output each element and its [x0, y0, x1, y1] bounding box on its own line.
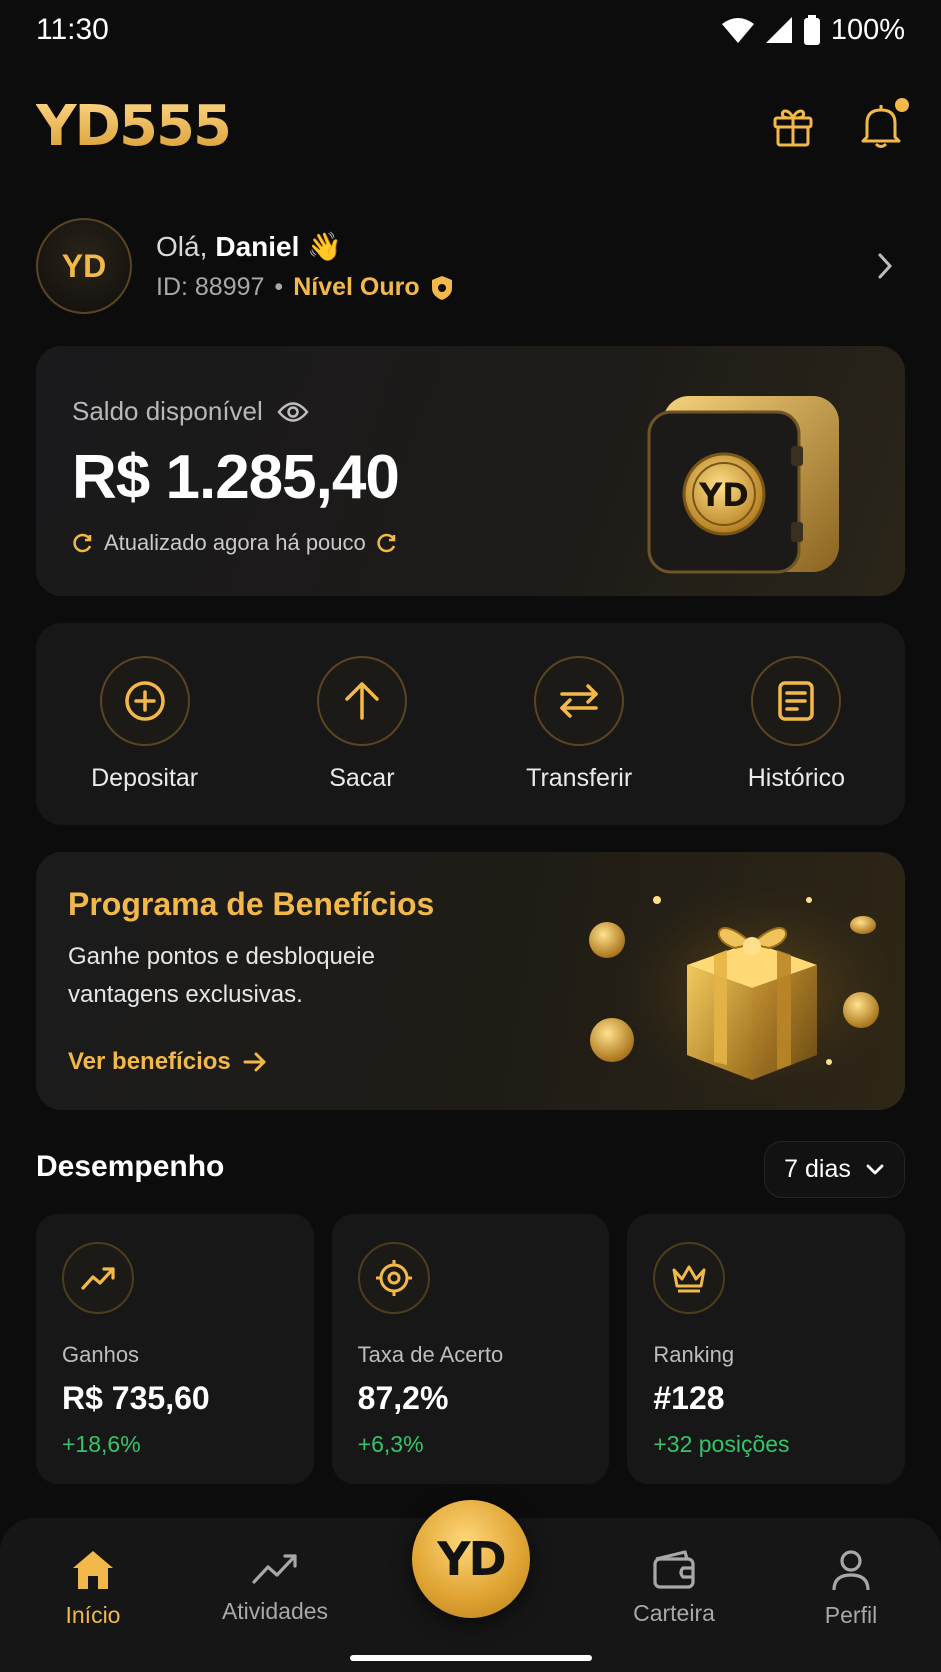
profile-summary[interactable]: YD Olá, Daniel 👋 ID: 88997 • Nível Ouro: [36, 216, 905, 316]
notification-dot: [895, 98, 909, 112]
deposit-button[interactable]: Depositar: [55, 655, 235, 793]
profile-meta: ID: 88997 • Nível Ouro: [156, 273, 865, 302]
stat-value: 87,2%: [357, 1380, 449, 1416]
shield-badge-icon: [431, 275, 452, 300]
balance-label: Saldo disponível: [72, 396, 263, 426]
transfer-icon: [534, 655, 625, 746]
nav-label-profile: Perfil: [824, 1602, 878, 1628]
benefits-title: Programa de Benefícios: [68, 886, 435, 922]
greeting-prefix: Olá,: [156, 230, 208, 262]
chevron-right-icon: [865, 246, 905, 286]
performance-title: Desempenho: [36, 1150, 225, 1183]
stat-delta: +32 posições: [653, 1431, 790, 1457]
receipt-icon: [751, 655, 842, 746]
home-icon: [73, 1551, 113, 1589]
safe-logo-text: YD: [698, 476, 749, 514]
app-logo: YD555: [36, 93, 232, 159]
gift-button[interactable]: [769, 102, 817, 150]
user-name: Daniel: [215, 230, 300, 262]
nav-item-activities[interactable]: Atividades: [205, 1548, 345, 1625]
nav-item-profile[interactable]: Perfil: [781, 1548, 921, 1629]
stat-label: Ganhos: [62, 1342, 140, 1367]
safe-illustration: YD: [641, 382, 861, 582]
balance-label-row: Saldo disponível: [72, 396, 309, 427]
wifi-icon: [721, 18, 754, 43]
view-benefits-link[interactable]: Ver benefícios: [68, 1048, 267, 1076]
period-dropdown[interactable]: 7 dias: [764, 1141, 905, 1198]
center-action-button[interactable]: YD: [412, 1500, 530, 1618]
status-bar: 11:30 100%: [0, 0, 941, 60]
stat-card-earnings[interactable]: Ganhos R$ 735,60 +18,6%: [36, 1214, 314, 1484]
refresh-icon[interactable]: [376, 532, 398, 554]
trending-up-icon: [62, 1242, 134, 1314]
balance-updated-row: Atualizado agora há pouco: [72, 530, 398, 556]
nav-label-activities: Atividades: [221, 1598, 329, 1624]
stat-label: Taxa de Acerto: [357, 1342, 504, 1367]
user-icon: [832, 1550, 870, 1591]
status-time: 11:30: [36, 13, 109, 46]
home-indicator[interactable]: [350, 1655, 592, 1661]
chevron-down-icon: [866, 1164, 884, 1174]
battery-percent: 100%: [830, 13, 905, 46]
history-button[interactable]: Histórico: [706, 655, 886, 793]
balance-card: Saldo disponível R$ 1.285,40 Atualizado …: [36, 346, 905, 596]
view-benefits-label: Ver benefícios: [68, 1048, 231, 1075]
gift-icon: [773, 109, 813, 147]
benefits-description: Ganhe pontos e desbloqueie vantagens exc…: [68, 943, 375, 1008]
nav-item-home[interactable]: Início: [23, 1548, 163, 1629]
refresh-icon: [73, 533, 92, 553]
gift-illustration: [567, 870, 897, 1100]
transfer-button[interactable]: Transferir: [489, 655, 669, 793]
battery-icon: [803, 15, 820, 45]
performance-stats: Ganhos R$ 735,60 +18,6% Taxa de Acerto 8…: [36, 1214, 906, 1484]
app-header: YD555: [36, 88, 909, 164]
meta-separator: •: [274, 273, 284, 301]
cellular-signal-icon: [765, 17, 792, 43]
stat-card-accuracy[interactable]: Taxa de Acerto 87,2% +6,3%: [331, 1214, 610, 1484]
bell-icon: [861, 105, 901, 148]
user-id: ID: 88997: [156, 273, 265, 301]
deposit-label: Depositar: [91, 763, 199, 792]
stat-delta: +18,6%: [62, 1431, 141, 1457]
balance-updated-text: Atualizado agora há pouco: [104, 530, 366, 555]
crown-icon: [653, 1242, 726, 1314]
stat-card-ranking[interactable]: Ranking #128 +32 posições: [627, 1214, 906, 1484]
wallet-icon: [653, 1550, 695, 1589]
arrow-up-icon: [316, 655, 407, 746]
avatar: YD: [36, 218, 132, 314]
stat-value: #128: [653, 1380, 725, 1416]
benefits-banner[interactable]: Programa de Benefícios Ganhe pontos e de…: [36, 852, 905, 1110]
wave-emoji: 👋: [307, 231, 343, 262]
greeting-line: Olá, Daniel 👋: [156, 230, 865, 263]
stat-label: Ranking: [653, 1342, 735, 1367]
target-icon: [357, 1242, 430, 1314]
activity-chart-icon: [252, 1554, 297, 1584]
transfer-label: Transferir: [526, 763, 633, 792]
stat-value: R$ 735,60: [62, 1380, 210, 1416]
withdraw-label: Sacar: [329, 763, 395, 792]
arrow-right-icon: [243, 1052, 266, 1072]
history-label: Histórico: [747, 763, 845, 792]
profile-text: Olá, Daniel 👋 ID: 88997 • Nível Ouro: [156, 230, 865, 302]
period-value: 7 dias: [784, 1155, 851, 1183]
balance-value: R$ 1.285,40: [72, 443, 400, 512]
plus-circle-icon: [99, 655, 190, 746]
stat-delta: +6,3%: [357, 1431, 424, 1457]
withdraw-button[interactable]: Sacar: [272, 655, 452, 793]
notifications-button[interactable]: [857, 98, 909, 150]
eye-icon[interactable]: [277, 401, 309, 423]
status-indicators: 100%: [721, 14, 905, 47]
nav-label-wallet: Carteira: [633, 1600, 715, 1626]
nav-label-home: Início: [65, 1602, 121, 1628]
user-level: Nível Ouro: [293, 273, 420, 301]
quick-actions: Depositar Sacar Transferir Histórico: [36, 623, 905, 825]
header-actions: [769, 98, 909, 150]
nav-item-wallet[interactable]: Carteira: [604, 1548, 744, 1627]
